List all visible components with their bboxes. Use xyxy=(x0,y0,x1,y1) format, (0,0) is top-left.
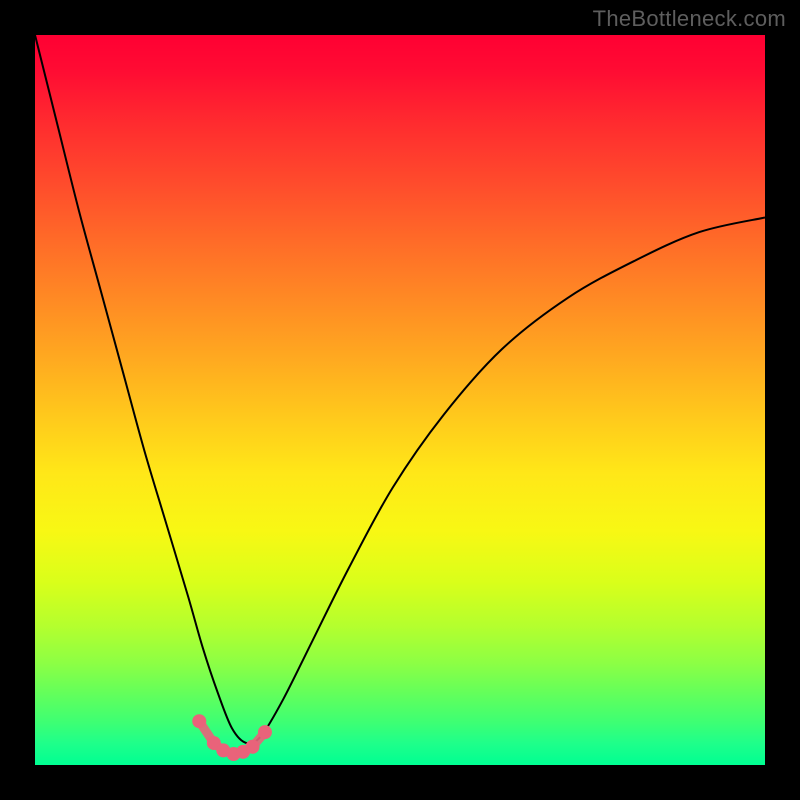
trough-markers xyxy=(192,714,272,761)
bottleneck-curve xyxy=(35,35,765,744)
trough-marker xyxy=(258,725,272,739)
trough-marker xyxy=(192,714,206,728)
trough-marker xyxy=(246,740,260,754)
plot-area xyxy=(35,35,765,765)
outer-frame: TheBottleneck.com xyxy=(0,0,800,800)
bottleneck-curve-path xyxy=(35,35,765,744)
attribution-label: TheBottleneck.com xyxy=(593,6,786,32)
curve-svg xyxy=(35,35,765,765)
